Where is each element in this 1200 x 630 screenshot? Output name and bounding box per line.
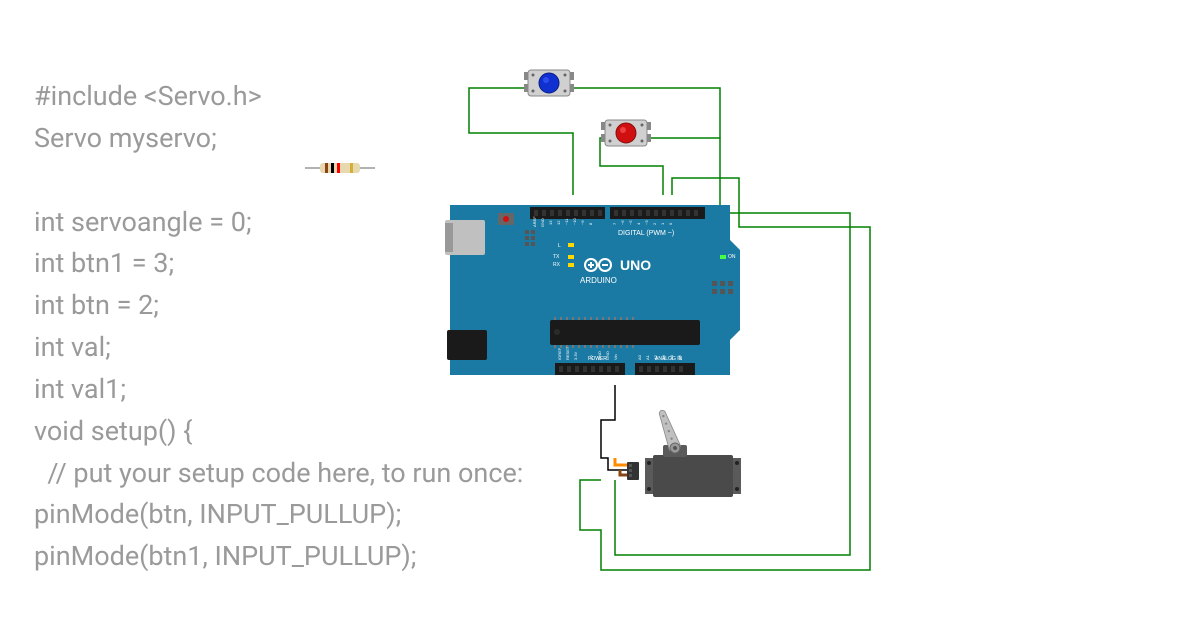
circuit-diagram: UNO ARDUINO DIGITAL (PWM ~) L TX RX ON A…: [0, 0, 1200, 630]
svg-text:GND: GND: [605, 351, 610, 360]
l-label: L: [558, 243, 561, 249]
svg-text:~6: ~6: [620, 220, 625, 225]
arduino-model-label: UNO: [620, 257, 651, 273]
svg-text:A1: A1: [645, 354, 650, 360]
rx-label: RX: [553, 262, 561, 268]
svg-text:~10: ~10: [572, 217, 577, 225]
svg-text:Vin: Vin: [613, 354, 618, 360]
wire-blue-button-left: [469, 88, 573, 195]
digital-label: DIGITAL (PWM ~): [618, 230, 674, 237]
wire-red-button-left: [600, 138, 663, 195]
svg-text:3.3V: 3.3V: [573, 351, 578, 360]
svg-text:GND: GND: [597, 351, 602, 360]
svg-text:13: 13: [548, 220, 553, 225]
tx-label: TX: [553, 254, 560, 260]
svg-text:~9: ~9: [580, 220, 585, 225]
wire-servo-gnd: [601, 385, 635, 470]
wire-blue-button-right: [570, 88, 720, 115]
resistor[interactable]: [305, 163, 375, 173]
arduino-uno[interactable]: UNO ARDUINO DIGITAL (PWM ~) L TX RX ON A…: [445, 205, 740, 375]
svg-text:IOREF: IOREF: [557, 347, 562, 360]
svg-text:A0: A0: [637, 354, 642, 360]
svg-text:AREF: AREF: [532, 216, 537, 227]
svg-text:A3: A3: [661, 354, 666, 360]
svg-text:RESET: RESET: [565, 346, 570, 360]
svg-text:~3: ~3: [644, 220, 649, 225]
svg-text:~5: ~5: [628, 220, 633, 225]
svg-text:A4: A4: [669, 354, 674, 360]
svg-text:GND: GND: [540, 218, 545, 227]
servo-motor[interactable]: [627, 408, 741, 497]
on-label: ON: [728, 254, 736, 260]
svg-text:A5: A5: [677, 354, 682, 360]
svg-text:12: 12: [556, 220, 561, 225]
svg-text:~11: ~11: [564, 218, 569, 225]
svg-text:A2: A2: [653, 354, 658, 360]
push-button-red[interactable]: [601, 120, 651, 146]
push-button-blue[interactable]: [524, 70, 574, 96]
svg-text:5V: 5V: [589, 355, 594, 360]
arduino-brand-label: ARDUINO: [580, 276, 617, 285]
